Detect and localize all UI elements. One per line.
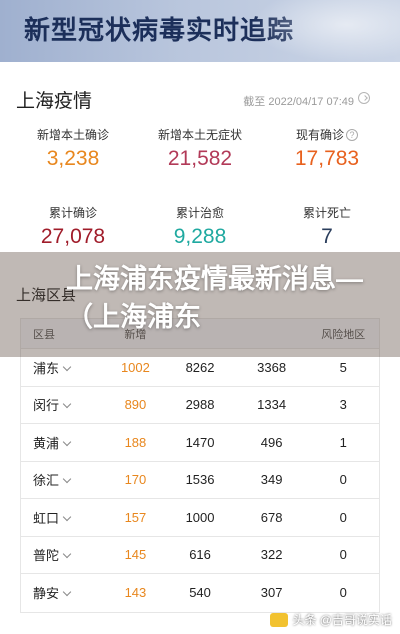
cell-col4: 322 bbox=[260, 547, 283, 563]
district-name: 黄浦 bbox=[33, 435, 60, 451]
watermark-text: 头条 @吉哥说实话 bbox=[292, 613, 392, 627]
cell-risk: 0 bbox=[339, 509, 347, 525]
help-icon[interactable]: ? bbox=[346, 129, 358, 141]
chevron-down-icon[interactable] bbox=[62, 588, 72, 597]
stat-label: 累计确诊 bbox=[48, 206, 97, 220]
stat-label: 现有确诊 bbox=[295, 128, 344, 142]
stat-value: 27,078 bbox=[40, 225, 106, 248]
cell-risk: 5 bbox=[339, 359, 347, 375]
stat-value: 17,783 bbox=[294, 147, 360, 170]
stat-label: 累计治愈 bbox=[175, 206, 224, 220]
stat-value: 7 bbox=[321, 225, 333, 248]
cell-col3: 1470 bbox=[185, 434, 215, 450]
cell-col4: 678 bbox=[260, 509, 283, 525]
district-name: 浦东 bbox=[33, 360, 60, 376]
cell-new: 143 bbox=[124, 585, 147, 601]
cell-risk: 0 bbox=[339, 547, 347, 563]
table-row[interactable]: 静安 143 540 307 0 bbox=[21, 574, 379, 612]
cell-risk: 1 bbox=[339, 434, 347, 450]
stat-label: 累计死亡 bbox=[302, 206, 351, 220]
cell-risk: 3 bbox=[339, 397, 347, 413]
chevron-down-icon[interactable] bbox=[62, 475, 72, 484]
chevron-down-icon[interactable] bbox=[62, 400, 72, 409]
stat-value: 9,288 bbox=[173, 225, 227, 248]
chevron-down-icon[interactable] bbox=[62, 362, 72, 371]
update-timestamp: 截至 2022/04/17 07:49 bbox=[243, 96, 354, 108]
stat-total-confirmed: 累计确诊 27,078 bbox=[10, 204, 136, 249]
cell-col4: 307 bbox=[260, 585, 283, 601]
cell-col4: 496 bbox=[260, 434, 283, 450]
table-row[interactable]: 黄浦 188 1470 496 1 bbox=[21, 424, 379, 462]
chevron-down-icon[interactable] bbox=[62, 437, 72, 446]
table-row[interactable]: 徐汇 170 1536 349 0 bbox=[21, 462, 379, 499]
stat-current-confirmed: 现有确诊? 17,783 bbox=[264, 126, 390, 171]
clock-icon bbox=[358, 92, 370, 104]
cell-new: 1002 bbox=[120, 359, 150, 375]
stat-new-local-confirmed: 新增本土确诊 3,238 bbox=[10, 126, 136, 171]
cell-col4: 1334 bbox=[257, 397, 287, 413]
stat-total-deaths: 累计死亡 7 bbox=[264, 204, 390, 249]
district-name: 普陀 bbox=[33, 548, 60, 564]
cell-risk: 0 bbox=[339, 585, 347, 601]
stat-label: 新增本土确诊 bbox=[36, 128, 109, 142]
table-row[interactable]: 普陀 145 616 322 0 bbox=[21, 537, 379, 574]
stat-value: 21,582 bbox=[167, 147, 233, 170]
table-row[interactable]: 虹口 157 1000 678 0 bbox=[21, 499, 379, 537]
district-name: 徐汇 bbox=[33, 473, 60, 489]
page-banner: 新型冠状病毒实时追踪 bbox=[0, 0, 400, 62]
cell-col3: 616 bbox=[189, 547, 211, 563]
cell-risk: 0 bbox=[339, 472, 347, 488]
stat-total-cured: 累计治愈 9,288 bbox=[137, 204, 263, 249]
cell-col3: 8262 bbox=[185, 359, 215, 375]
table-row[interactable]: 闵行 890 2988 1334 3 bbox=[21, 387, 379, 424]
district-table: 区县 新增 风险地区 浦东 1002 8262 3368 5 闵行 890 29… bbox=[20, 318, 380, 613]
toutiao-logo-icon bbox=[270, 612, 289, 627]
cell-col4: 3368 bbox=[257, 359, 287, 375]
cell-new: 188 bbox=[124, 434, 147, 450]
watermark: 头条 @吉哥说实话 bbox=[270, 611, 392, 628]
district-name: 静安 bbox=[33, 586, 60, 602]
cell-new: 170 bbox=[124, 472, 147, 488]
cell-new: 890 bbox=[124, 397, 147, 413]
cell-col3: 2988 bbox=[185, 397, 215, 413]
district-name: 虹口 bbox=[33, 510, 60, 526]
cell-new: 145 bbox=[124, 547, 147, 563]
district-name: 闵行 bbox=[33, 398, 60, 414]
chevron-down-icon[interactable] bbox=[62, 512, 72, 521]
headline-text: 上海浦东疫情最新消息—（上海浦东 bbox=[66, 264, 363, 332]
cell-new: 157 bbox=[124, 509, 147, 525]
cell-col3: 1000 bbox=[185, 509, 215, 525]
banner-title: 新型冠状病毒实时追踪 bbox=[24, 15, 295, 45]
stat-label: 新增本土无症状 bbox=[157, 128, 242, 142]
chevron-down-icon[interactable] bbox=[62, 550, 72, 559]
stat-new-local-asymptomatic: 新增本土无症状 21,582 bbox=[137, 126, 263, 171]
cell-col3: 1536 bbox=[185, 472, 215, 488]
summary-title: 上海疫情 bbox=[16, 91, 93, 112]
cell-col4: 349 bbox=[260, 472, 283, 488]
stat-value: 3,238 bbox=[46, 147, 100, 170]
cell-col3: 540 bbox=[189, 585, 211, 601]
